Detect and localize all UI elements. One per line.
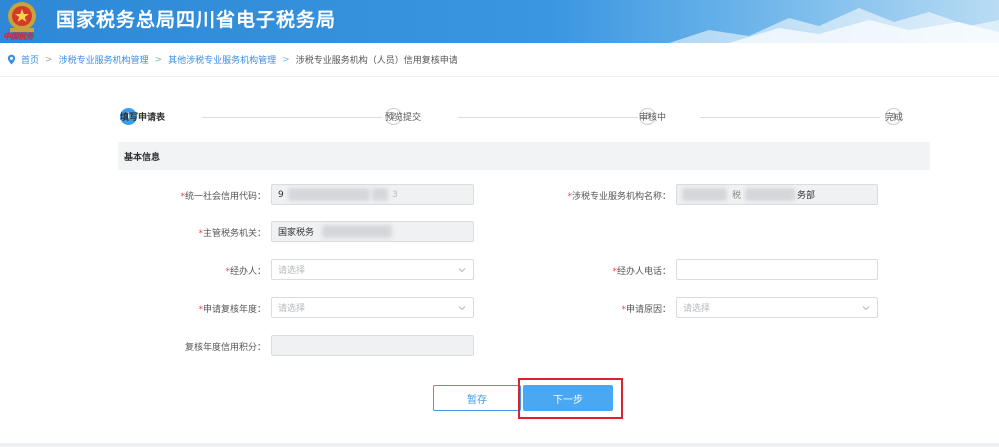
step-preview-submit: 2 预览提交	[385, 108, 421, 125]
review-score-field	[271, 335, 474, 356]
step-connector	[700, 117, 880, 118]
handler-phone-label: *经办人电话：	[612, 264, 671, 277]
step-label: 填写申请表	[120, 113, 166, 123]
mountain-banner-decoration	[669, 8, 999, 43]
chevron-down-icon	[458, 268, 466, 273]
reason-select[interactable]: 请选择	[676, 297, 878, 318]
breadcrumb: 首页 > 涉税专业服务机构管理 > 其他涉税专业服务机构管理 > 涉税专业服务机…	[0, 43, 999, 77]
breadcrumb-other-agency-management[interactable]: 其他涉税专业服务机构管理	[168, 53, 276, 66]
header-slogan: 中国税务	[3, 31, 34, 41]
site-header: 中国税务 国家税务总局四川省电子税务局	[0, 0, 999, 43]
bottom-divider	[0, 443, 999, 447]
redaction-mask	[745, 188, 795, 201]
credit-code-value-end: 3	[392, 189, 398, 200]
reason-placeholder: 请选择	[683, 304, 711, 314]
step-under-review: 3 审核中	[639, 108, 666, 125]
agency-name-value-end: 务部	[797, 191, 816, 201]
reason-label-text: 申请原因	[625, 305, 662, 315]
review-year-label-text: 申请复核年度	[202, 305, 257, 315]
tax-authority-label: *主管税务机关：	[198, 226, 266, 239]
label-colon: ：	[661, 305, 671, 315]
review-score-label: 复核年度信用积分：	[185, 340, 266, 353]
step-fill-form: 1 填写申请表	[120, 108, 165, 125]
handler-phone-input[interactable]	[676, 259, 878, 280]
step-complete: 4 完成	[885, 108, 908, 125]
tax-emblem-icon	[8, 2, 36, 32]
reason-label: *申请原因：	[621, 302, 671, 315]
breadcrumb-separator: >	[45, 54, 53, 65]
progress-steps: 1 填写申请表 2 预览提交 3 审核中 4 完成	[120, 108, 930, 128]
review-year-select[interactable]: 请选择	[271, 297, 474, 318]
tax-authority-field: 国家税务	[271, 221, 474, 242]
handler-label: *经办人：	[225, 264, 266, 277]
review-year-label: *申请复核年度：	[198, 302, 266, 315]
tax-authority-label-text: 主管税务机关	[202, 229, 257, 239]
next-step-button[interactable]: 下一步	[523, 385, 613, 411]
step-connector	[458, 117, 638, 118]
breadcrumb-separator: >	[282, 54, 290, 65]
chevron-down-icon	[458, 306, 466, 311]
label-colon: ：	[256, 305, 266, 315]
handler-placeholder: 请选择	[278, 266, 306, 276]
breadcrumb-current: 涉税专业服务机构（人员）信用复核申请	[295, 56, 458, 66]
credit-code-value-start: 9	[278, 189, 284, 200]
location-pin-icon	[7, 54, 16, 65]
credit-code-label-text: 统一社会信用代码	[184, 192, 257, 202]
handler-phone-label-text: 经办人电话	[616, 267, 662, 277]
redaction-mask	[322, 225, 392, 238]
handler-select[interactable]: 请选择	[271, 259, 474, 280]
step-label: 审核中	[639, 113, 667, 123]
agency-name-value-mid: 税	[732, 191, 742, 201]
label-colon: ：	[661, 192, 671, 202]
breadcrumb-home[interactable]: 首页	[21, 53, 39, 66]
credit-code-label: *统一社会信用代码：	[180, 189, 266, 202]
step-label: 预览提交	[385, 113, 422, 123]
breadcrumb-agency-management[interactable]: 涉税专业服务机构管理	[59, 53, 149, 66]
redaction-mask	[372, 188, 388, 201]
step-label: 完成	[885, 113, 904, 123]
label-colon: ：	[256, 343, 266, 353]
section-basic-info: 基本信息	[118, 142, 930, 170]
review-score-label-text: 复核年度信用积分	[184, 343, 257, 353]
label-colon: ：	[256, 267, 266, 277]
redaction-mask	[682, 188, 727, 201]
agency-name-label-text: 涉税专业服务机构名称	[571, 192, 662, 202]
label-colon: ：	[661, 267, 671, 277]
breadcrumb-separator: >	[154, 54, 163, 65]
agency-name-label: *涉税专业服务机构名称：	[567, 189, 671, 202]
label-colon: ：	[256, 229, 266, 239]
agency-name-field: 税 务部	[676, 184, 878, 205]
label-colon: ：	[256, 192, 266, 202]
step-connector	[202, 117, 382, 118]
chevron-down-icon	[862, 306, 870, 311]
tax-authority-value: 国家税务	[278, 228, 315, 238]
handler-label-text: 经办人	[229, 267, 257, 277]
site-title: 国家税务总局四川省电子税务局	[56, 9, 337, 31]
credit-code-field: 9 3	[271, 184, 474, 205]
redaction-mask	[288, 188, 370, 201]
save-draft-button[interactable]: 暂存	[433, 385, 521, 411]
review-year-placeholder: 请选择	[278, 304, 306, 314]
